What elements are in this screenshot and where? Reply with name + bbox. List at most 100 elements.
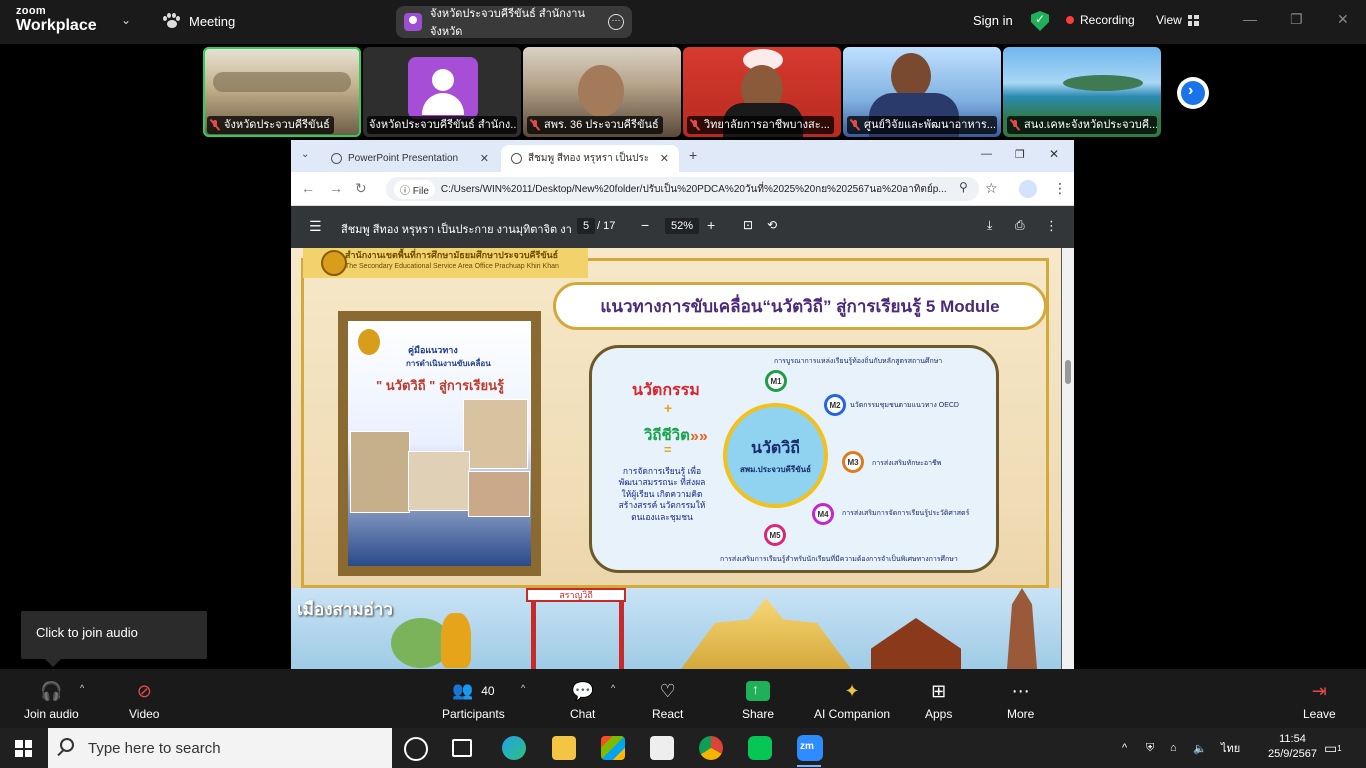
participant-name: ศูนย์วิจัยและพัฒนาอาหาร... [864, 119, 996, 131]
share-button[interactable]: Share [742, 679, 774, 721]
shared-screen-browser: ⌄ PowerPoint Presentation ✕ สีชมพู สีทอง… [291, 140, 1074, 669]
taskbar-clock[interactable]: 11:54 25/9/2567 [1268, 732, 1317, 762]
participant-thumbnail[interactable]: จังหวัดประจวบคีรีขันธ์ สำนักง... [363, 47, 521, 137]
browser-minimize-button[interactable]: — [981, 148, 992, 160]
zoom-out-button[interactable]: − [641, 217, 649, 233]
close-tab-icon[interactable]: ✕ [480, 152, 489, 165]
task-view-icon[interactable] [452, 739, 472, 757]
page-number-input[interactable]: 5 [577, 218, 596, 234]
new-tab-button[interactable]: + [689, 147, 697, 163]
zoom-level-input[interactable]: 52% [665, 218, 700, 234]
notification-count: 1 [1337, 743, 1342, 753]
security-shield-icon[interactable] [1031, 11, 1049, 31]
module-text: การบูรณาการแหล่งเรียนรู้ท้องถิ่นกับหลักส… [774, 358, 943, 365]
headphones-icon: 🎧 [40, 680, 63, 701]
input-language[interactable]: ไทย [1221, 728, 1240, 768]
recording-indicator[interactable]: Recording [1066, 13, 1135, 27]
sign-in-link[interactable]: Sign in [973, 13, 1013, 28]
join-audio-button[interactable]: 🎧 Join audio [24, 679, 79, 722]
more-button[interactable]: ⋯ More [1007, 679, 1034, 722]
pdf-more-icon[interactable]: ⋮ [1045, 218, 1058, 234]
chat-caret-icon[interactable]: ^ [611, 683, 615, 693]
view-button[interactable]: View [1156, 13, 1199, 27]
tab-search-chevron-icon[interactable]: ⌄ [301, 149, 309, 160]
taskbar-search-box[interactable]: Type here to search [48, 728, 392, 768]
profile-icon[interactable] [1019, 180, 1037, 198]
pdf-menu-icon[interactable]: ☰ [309, 218, 322, 235]
network-icon[interactable]: ⌂ [1170, 728, 1177, 768]
ai-companion-button[interactable]: ✦ AI Companion [814, 679, 890, 722]
slide-title: แนวทางการขับเคลื่อน“นวัตวิถี” สู่การเรีย… [553, 282, 1047, 330]
participants-caret-icon[interactable]: ^ [521, 683, 525, 693]
active-speaker-pill[interactable]: จังหวัดประจวบคีรีขันธ์ สำนักงานจังหวัด ·… [396, 6, 632, 38]
pineapple-image [441, 613, 471, 668]
participant-name: สนง.เคหะจังหวัดประจวบคี... [1024, 119, 1157, 131]
chevron-right-icon: › [1188, 82, 1194, 99]
participant-thumbnail[interactable]: วิทยาลัยการอาชีพบางสะ... [683, 47, 841, 137]
office-header: สำนักงานเขตพื้นที่การศึกษามัธยมศึกษาประจ… [303, 248, 588, 278]
active-speaker-name: จังหวัดประจวบคีรีขันธ์ สำนักงานจังหวัด [430, 8, 586, 38]
close-tab-icon[interactable]: ✕ [660, 152, 669, 165]
url-text: C:/Users/WIN%2011/Desktop/New%20folder/ป… [440, 183, 947, 195]
show-hidden-icons-chevron-icon[interactable]: ^ [1122, 728, 1127, 768]
url-bar[interactable]: ⓘ File C:/Users/WIN%2011/Desktop/New%20f… [386, 177, 979, 201]
zoom-in-button[interactable]: + [707, 217, 715, 233]
browser-menu-icon[interactable]: ⋮ [1053, 180, 1067, 197]
store-icon[interactable] [601, 736, 625, 760]
notification-icon[interactable]: ▭ 1 [1324, 728, 1342, 768]
participant-thumbnail[interactable]: สนง.เคหะจังหวัดประจวบคี... [1003, 47, 1161, 137]
chrome-icon[interactable] [699, 736, 723, 760]
slide-page: สำนักงานเขตพื้นที่การศึกษามัธยมศึกษาประจ… [291, 248, 1061, 669]
next-page-button[interactable]: › [1177, 77, 1209, 109]
mic-muted-icon [209, 119, 221, 131]
participants-button[interactable]: 👥 40 Participants [442, 679, 505, 721]
pdf-viewport: สำนักงานเขตพื้นที่การศึกษามัธยมศึกษาประจ… [291, 248, 1074, 669]
app-menu-chevron-icon[interactable]: ⌄ [121, 13, 131, 27]
participant-thumbnail[interactable]: ศูนย์วิจัยและพัฒนาอาหาร... [843, 47, 1001, 137]
share-label: Share [742, 707, 775, 721]
reload-button[interactable]: ↻ [355, 180, 367, 197]
forward-button[interactable]: → [329, 180, 343, 196]
video-button[interactable]: ⊘ Video [129, 679, 159, 722]
office-name-en: The Secondary Educational Service Area O… [345, 262, 559, 270]
participant-name: จังหวัดประจวบคีรีขันธ์ [224, 119, 330, 131]
chat-button[interactable]: 💬 Chat [570, 679, 595, 722]
search-placeholder: Type here to search [88, 739, 221, 757]
rotate-icon[interactable]: ⟲ [767, 218, 777, 232]
back-button[interactable]: ← [301, 180, 315, 196]
zoom-search-icon[interactable]: ⚲ [959, 180, 968, 194]
volume-icon[interactable]: 🔈 [1193, 728, 1207, 768]
book-heading-1: คู่มือแนวทาง [408, 345, 458, 355]
download-icon[interactable]: ⤓ [987, 218, 992, 233]
minimize-button[interactable]: — [1243, 11, 1257, 27]
print-icon[interactable]: ⎙ [1015, 218, 1025, 233]
mail-icon[interactable] [650, 736, 674, 760]
browser-close-button[interactable]: ✕ [1049, 147, 1059, 161]
participant-thumbnail[interactable]: สพร. 36 ประจวบคีรีขันธ์ [523, 47, 681, 137]
participant-thumbnail[interactable]: จังหวัดประจวบคีรีขันธ์ [203, 47, 361, 137]
bookmark-star-icon[interactable]: ☆ [985, 180, 998, 197]
cortana-icon[interactable] [404, 737, 428, 761]
apps-button[interactable]: ⊞ Apps [925, 679, 952, 722]
file-explorer-icon[interactable] [552, 736, 576, 760]
audio-options-caret-icon[interactable]: ^ [80, 683, 84, 693]
line-icon[interactable] [748, 736, 772, 760]
tab-label: สีชมพู สีทอง หรุหรา เป็นประกาย งาน [528, 153, 648, 164]
browser-tab[interactable]: PowerPoint Presentation ✕ [321, 145, 499, 172]
file-chip[interactable]: ⓘ File [394, 179, 435, 199]
meeting-menu[interactable]: Meeting [163, 13, 235, 29]
windows-start-icon[interactable] [15, 740, 32, 757]
browser-tab-active[interactable]: สีชมพู สีทอง หรุหรา เป็นประกาย งาน ✕ [501, 145, 679, 172]
zoom-app-icon[interactable]: zm [797, 735, 823, 767]
browser-restore-button[interactable]: ❐ [1015, 148, 1025, 161]
react-button[interactable]: ♡ React [652, 679, 683, 722]
more-icon[interactable]: ··· [608, 14, 624, 30]
fit-page-icon[interactable]: ⊡ [743, 218, 753, 232]
close-button[interactable]: ✕ [1337, 11, 1349, 28]
edge-icon[interactable] [502, 736, 526, 760]
leave-button[interactable]: ⇥ Leave [1303, 679, 1336, 722]
maximize-button[interactable]: ❐ [1290, 11, 1303, 28]
participant-label: สนง.เคหะจังหวัดประจวบคี... [1007, 116, 1157, 134]
pdf-scrollbar[interactable] [1062, 248, 1074, 669]
security-tray-icon[interactable]: ⛨ [1146, 728, 1154, 768]
